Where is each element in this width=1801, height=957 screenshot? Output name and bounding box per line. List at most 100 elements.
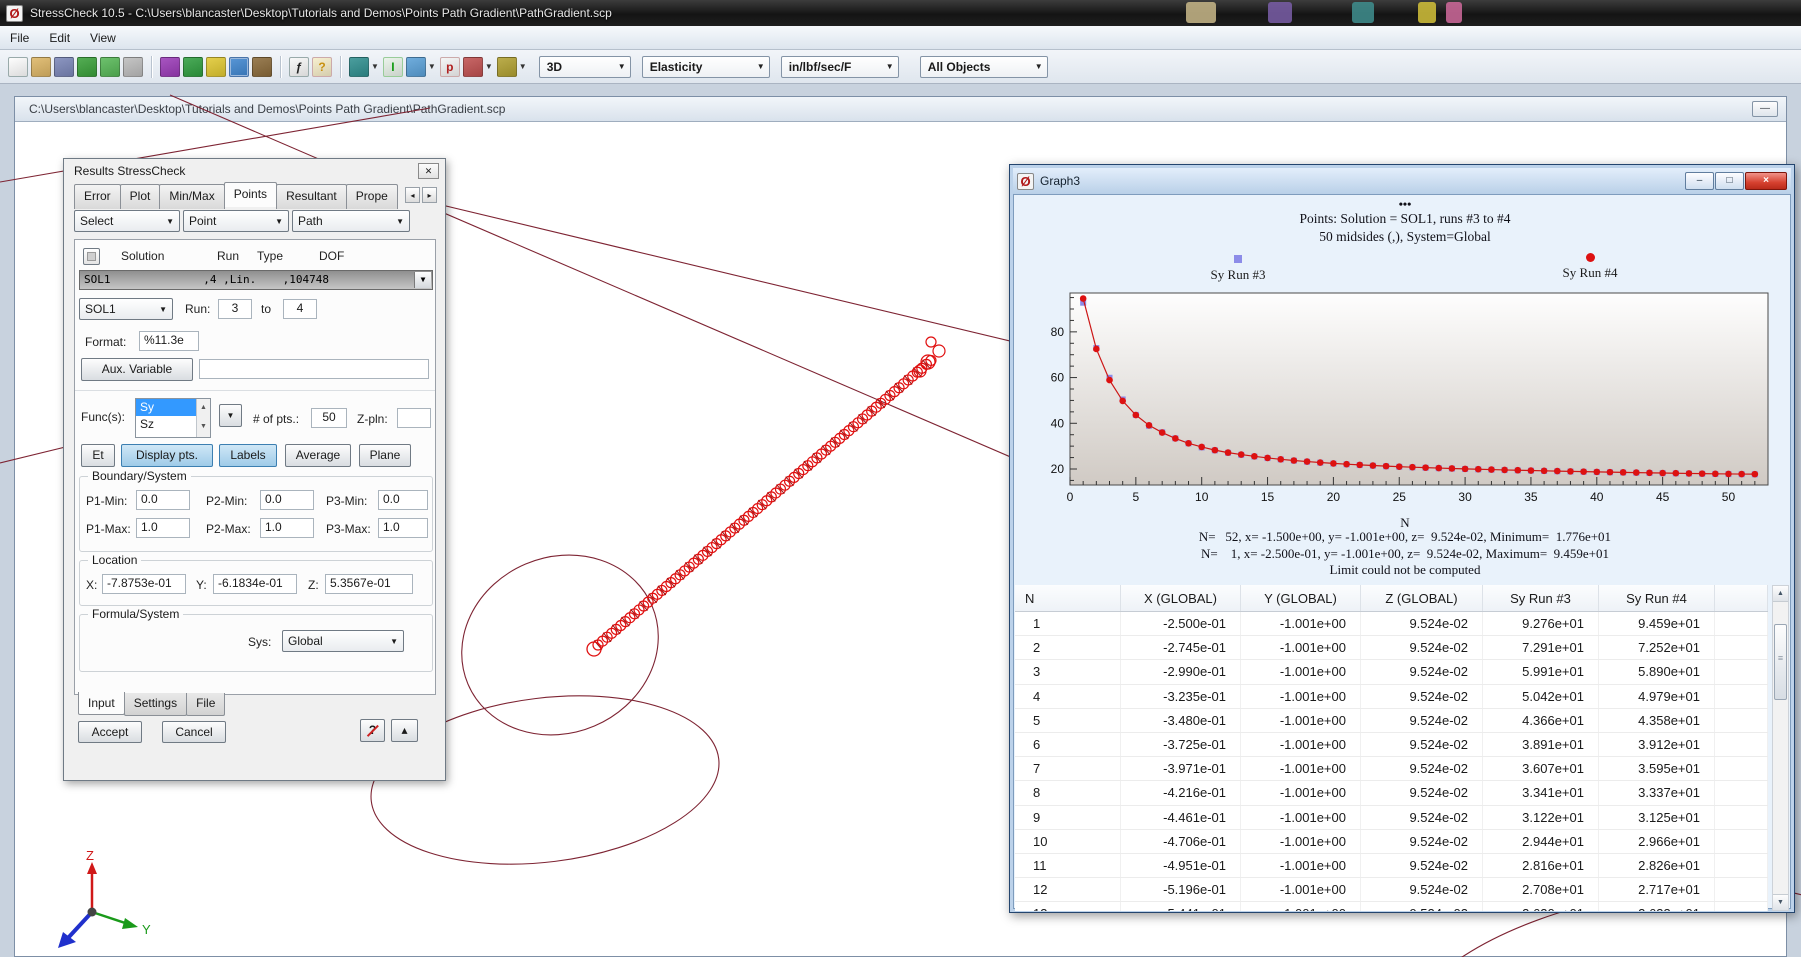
print-icon[interactable] bbox=[123, 57, 143, 77]
table-row[interactable]: 1-2.500e-01-1.001e+009.524e-029.276e+019… bbox=[1015, 612, 1768, 636]
tab-points[interactable]: Points bbox=[224, 182, 277, 207]
report-icon[interactable] bbox=[497, 57, 517, 77]
tab-resultant[interactable]: Resultant bbox=[276, 184, 347, 209]
model-minimize-button[interactable]: — bbox=[1752, 101, 1778, 117]
units-select[interactable]: in/lbf/sec/F▼ bbox=[781, 56, 899, 78]
chevron-down-icon[interactable]: ▼ bbox=[428, 62, 436, 71]
constraint-icon[interactable] bbox=[463, 57, 483, 77]
entity-select[interactable]: Point▼ bbox=[183, 210, 289, 232]
save-icon[interactable] bbox=[54, 57, 74, 77]
solution-grid-checkbox[interactable] bbox=[83, 248, 100, 265]
table-row[interactable]: 3-2.990e-01-1.001e+009.524e-025.991e+015… bbox=[1015, 660, 1768, 684]
table-row[interactable]: 8-4.216e-01-1.001e+009.524e-023.341e+013… bbox=[1015, 781, 1768, 805]
tab-error[interactable]: Error bbox=[74, 184, 121, 209]
mesh-icon[interactable] bbox=[183, 57, 203, 77]
objects-select[interactable]: All Objects▼ bbox=[920, 56, 1048, 78]
chevron-down-icon[interactable]: ▼ bbox=[371, 62, 379, 71]
menu-file[interactable]: File bbox=[0, 28, 39, 48]
bottom-tab-file[interactable]: File bbox=[186, 693, 225, 716]
display-pts-button[interactable]: Display pts. bbox=[121, 444, 213, 467]
run-from-field[interactable]: 3 bbox=[218, 299, 252, 319]
menu-edit[interactable]: Edit bbox=[39, 28, 80, 48]
num-pts-field[interactable]: 50 bbox=[311, 408, 347, 428]
table-row[interactable]: 9-4.461e-01-1.001e+009.524e-023.122e+013… bbox=[1015, 806, 1768, 830]
theory-select[interactable]: Elasticity▼ bbox=[642, 56, 770, 78]
boundary-field-p1min[interactable]: 0.0 bbox=[136, 490, 190, 510]
plane-button[interactable]: Plane bbox=[359, 444, 411, 467]
format-field[interactable]: %11.3e bbox=[139, 331, 199, 351]
export-icon[interactable] bbox=[100, 57, 120, 77]
help-icon[interactable]: ? bbox=[312, 57, 332, 77]
aux-variable-button[interactable]: Aux. Variable bbox=[81, 358, 193, 381]
menu-view[interactable]: View bbox=[80, 28, 126, 48]
chevron-down-icon[interactable]: ▼ bbox=[519, 62, 527, 71]
table-row[interactable]: 2-2.745e-01-1.001e+009.524e-027.291e+017… bbox=[1015, 636, 1768, 660]
graph-close-button[interactable]: × bbox=[1745, 172, 1787, 190]
boundary-field-p3min[interactable]: 0.0 bbox=[378, 490, 428, 510]
y-coordinate-field[interactable]: -6.1834e-01 bbox=[213, 574, 297, 594]
tab-plot[interactable]: Plot bbox=[120, 184, 161, 209]
extraction-select[interactable]: Select▼ bbox=[74, 210, 180, 232]
table-row[interactable]: 12-5.196e-01-1.001e+009.524e-022.708e+01… bbox=[1015, 878, 1768, 902]
boundary-field-p1max[interactable]: 1.0 bbox=[136, 518, 190, 538]
method-select[interactable]: Path▼ bbox=[292, 210, 410, 232]
bottom-tab-input[interactable]: Input bbox=[78, 692, 125, 715]
cancel-button[interactable]: Cancel bbox=[162, 721, 226, 743]
scroll-down-icon[interactable]: ▼ bbox=[1773, 894, 1788, 910]
scroll-up-icon[interactable]: ▲ bbox=[197, 399, 210, 418]
results-dialog-close-icon[interactable]: ✕ bbox=[418, 163, 439, 179]
function-item-sz[interactable]: Sz bbox=[136, 416, 196, 433]
aux-variable-field[interactable] bbox=[199, 359, 429, 379]
system-select[interactable]: Global▼ bbox=[282, 630, 404, 652]
table-row[interactable]: 10-4.706e-01-1.001e+009.524e-022.944e+01… bbox=[1015, 830, 1768, 854]
material-icon[interactable] bbox=[206, 57, 226, 77]
chevron-down-icon[interactable]: ▼ bbox=[414, 272, 431, 288]
scroll-up-icon[interactable]: ▲ bbox=[1773, 586, 1788, 602]
table-row[interactable]: 11-4.951e-01-1.001e+009.524e-022.816e+01… bbox=[1015, 854, 1768, 878]
zpln-field[interactable] bbox=[397, 408, 431, 428]
labels-button[interactable]: Labels bbox=[219, 444, 277, 467]
tab-scroll-right-icon[interactable]: ▸ bbox=[422, 187, 437, 203]
function-dropdown-button[interactable]: ▼ bbox=[219, 404, 242, 427]
tab-minmax[interactable]: Min/Max bbox=[159, 184, 224, 209]
bottom-tab-settings[interactable]: Settings bbox=[124, 693, 187, 716]
import-icon[interactable] bbox=[77, 57, 97, 77]
tab-scroll-left-icon[interactable]: ◂ bbox=[405, 187, 420, 203]
roll-up-button[interactable]: ▴ bbox=[391, 719, 418, 742]
tab-prope[interactable]: Prope bbox=[346, 184, 398, 209]
new-file-icon[interactable] bbox=[8, 57, 28, 77]
function-listbox[interactable]: Sy Sz ▲▼ bbox=[135, 398, 211, 438]
x-coordinate-field[interactable]: -7.8753e-01 bbox=[102, 574, 186, 594]
model-icon[interactable] bbox=[160, 57, 180, 77]
chevron-down-icon[interactable]: ▼ bbox=[485, 62, 493, 71]
average-button[interactable]: Average bbox=[285, 444, 351, 467]
run-to-field[interactable]: 4 bbox=[283, 299, 317, 319]
et-button[interactable]: Et bbox=[81, 444, 115, 467]
scrollbar-thumb[interactable] bbox=[1774, 624, 1787, 700]
table-row[interactable]: 4-3.235e-01-1.001e+009.524e-025.042e+014… bbox=[1015, 685, 1768, 709]
table-scrollbar[interactable]: ▲ ▼ bbox=[1772, 585, 1789, 911]
z-coordinate-field[interactable]: 5.3567e-01 bbox=[325, 574, 413, 594]
table-row[interactable]: 6-3.725e-01-1.001e+009.524e-023.891e+013… bbox=[1015, 733, 1768, 757]
results-disk-icon[interactable] bbox=[349, 57, 369, 77]
scroll-down-icon[interactable]: ▼ bbox=[197, 418, 210, 437]
function-item-sy[interactable]: Sy bbox=[136, 399, 196, 416]
beam-section-icon[interactable]: I bbox=[383, 57, 403, 77]
boundary-icon[interactable] bbox=[406, 57, 426, 77]
listbox-scrollbar[interactable]: ▲▼ bbox=[196, 399, 210, 437]
graph-restore-button[interactable]: □ bbox=[1715, 172, 1744, 190]
accept-button[interactable]: Accept bbox=[78, 721, 142, 743]
open-folder-icon[interactable] bbox=[31, 57, 51, 77]
table-row[interactable]: 5-3.480e-01-1.001e+009.524e-024.366e+014… bbox=[1015, 709, 1768, 733]
solution-select[interactable]: SOL1▼ bbox=[79, 298, 173, 320]
boundary-field-p3max[interactable]: 1.0 bbox=[378, 518, 428, 538]
display-options-icon[interactable] bbox=[229, 57, 249, 77]
graph-minimize-button[interactable]: – bbox=[1685, 172, 1714, 190]
load-p-icon[interactable]: p bbox=[440, 57, 460, 77]
table-row[interactable]: 7-3.971e-01-1.001e+009.524e-023.607e+013… bbox=[1015, 757, 1768, 781]
formula-icon[interactable]: ƒ bbox=[289, 57, 309, 77]
solution-grid-selected-row[interactable]: SOL1 ,4 ,Lin. ,104748▼ bbox=[79, 270, 433, 290]
close-model-icon[interactable] bbox=[252, 57, 272, 77]
dimension-select[interactable]: 3D▼ bbox=[539, 56, 631, 78]
table-row[interactable]: 13-5.441e-01-1.001e+009.524e-022.620e+01… bbox=[1015, 902, 1768, 911]
